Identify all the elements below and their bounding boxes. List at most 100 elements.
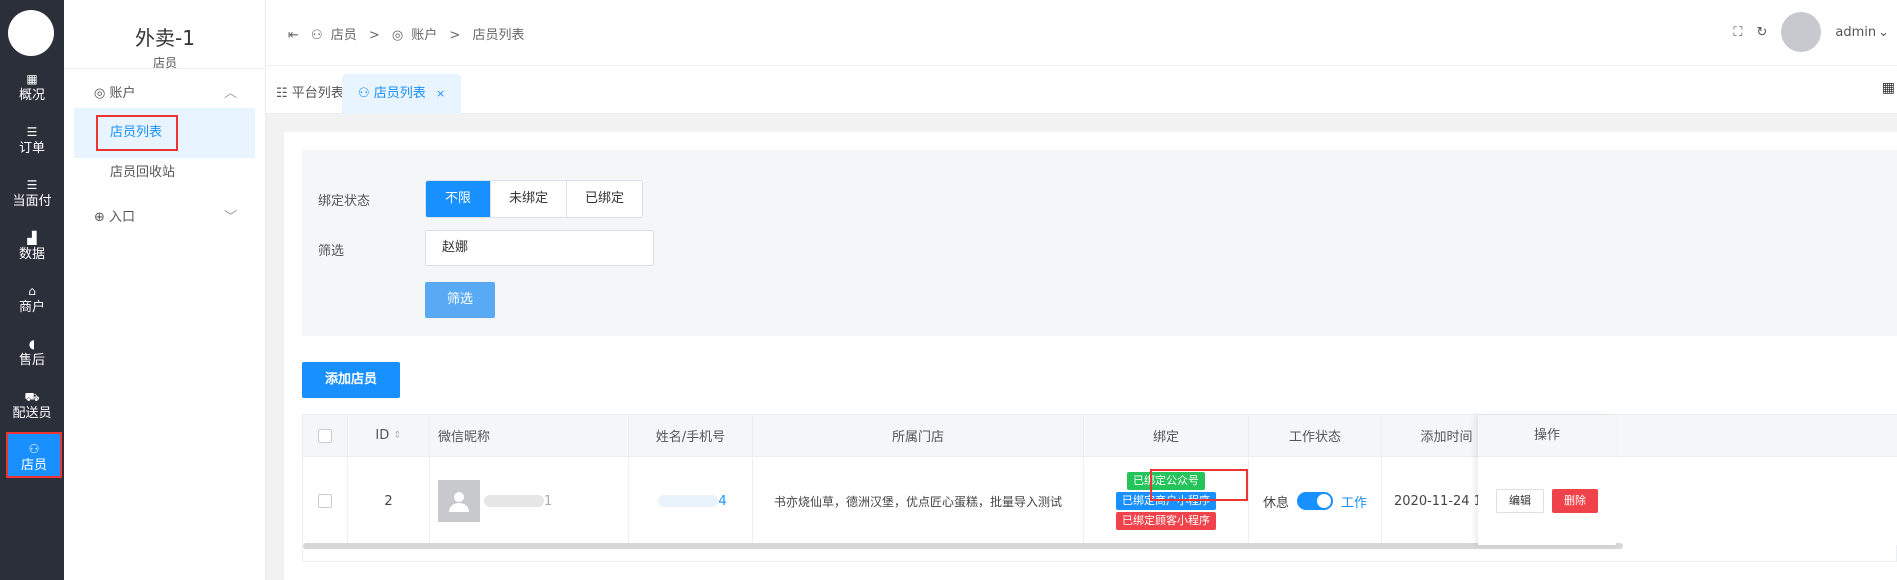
- edit-button[interactable]: 编辑: [1496, 489, 1544, 513]
- breadcrumb: ⇤ ⚇ 店员 > ◎ 账户 > 店员列表: [288, 24, 532, 43]
- cell-id: 2: [348, 457, 430, 545]
- nav-courier[interactable]: ⛟ 配送员: [0, 380, 64, 432]
- row-select-cell: [303, 457, 348, 545]
- select-all-cell: [303, 415, 348, 456]
- table-header: ID ⇕ 微信昵称 姓名/手机号 所属门店 绑定 工作状态 添加时间: [303, 415, 1897, 457]
- collapse-menu-icon[interactable]: ⇤: [288, 28, 299, 43]
- nav-face-pay-label: 当面付: [12, 194, 52, 209]
- nav-orders[interactable]: ☰ 订单: [0, 115, 64, 167]
- col-nickname: 微信昵称: [430, 415, 629, 456]
- top-header: ⇤ ⚇ 店员 > ◎ 账户 > 店员列表 ⛶ ↻ admin ⌄: [266, 0, 1897, 66]
- nav-overview-label: 概况: [18, 88, 45, 103]
- add-staff-button[interactable]: 添加店员: [302, 362, 400, 398]
- users-icon: ⚇: [28, 442, 40, 456]
- work-off-label: 休息: [1262, 495, 1289, 511]
- option-any[interactable]: 不限: [426, 181, 491, 217]
- group-account[interactable]: ◎ 账户 ︿: [94, 82, 237, 101]
- fullscreen-icon[interactable]: ⛶: [1733, 25, 1742, 40]
- nav-staff-label: 店员: [20, 458, 47, 473]
- redacted-text: [484, 495, 544, 507]
- breadcrumb-item[interactable]: 账户: [411, 28, 437, 43]
- phone-suffix: 4: [718, 493, 727, 509]
- breadcrumb-item[interactable]: 店员: [331, 28, 357, 43]
- filter-panel: 绑定状态 不限 未绑定 已绑定 筛选 赵娜 筛选: [302, 150, 1897, 336]
- cell-stores: 书亦烧仙草，德洲汉堡，优点匠心蛋糕，批量导入测试: [753, 457, 1084, 545]
- bind-status-label: 绑定状态: [318, 194, 371, 209]
- avatar[interactable]: [1781, 12, 1822, 52]
- col-id[interactable]: ID ⇕: [348, 415, 430, 456]
- group-entry[interactable]: ⊕ 入口 ﹀: [94, 206, 237, 225]
- bind-status-segmented: 不限 未绑定 已绑定: [425, 180, 644, 218]
- entry-icon: ⊕: [94, 210, 110, 225]
- store-icon: ⌂: [28, 284, 36, 298]
- nickname-suffix: 1: [544, 493, 553, 509]
- cell-binding: 已绑定公众号 已绑定商户小程序 已绑定顾客小程序: [1084, 457, 1249, 545]
- chevron-down-icon: ﹀: [224, 210, 238, 225]
- main-nav-rail: ▦ 概况 ☰ 订单 ☰ 当面付 ▟ 数据 ⌂ 商户 ◖ 售后 ⛟ 配送员 ⚇ 店: [0, 0, 64, 580]
- nav-overview[interactable]: ▦ 概况: [0, 62, 64, 114]
- sidebar-item-staff-recycle[interactable]: 店员回收站: [74, 148, 255, 198]
- ops-fixed-column: 操作 编辑 删除: [1478, 415, 1616, 545]
- tab-label: 店员列表: [373, 86, 426, 101]
- users-icon: ⚇: [311, 28, 323, 43]
- select-all-checkbox[interactable]: [318, 428, 332, 443]
- close-icon[interactable]: ×: [436, 87, 445, 100]
- delivery-icon: ⛟: [24, 390, 40, 404]
- highlight-box: [96, 115, 178, 151]
- nav-data-label: 数据: [18, 247, 45, 262]
- col-binding: 绑定: [1084, 415, 1249, 456]
- search-input[interactable]: 赵娜: [425, 230, 654, 266]
- cell-nickname: 1: [430, 457, 629, 545]
- nav-after-sales[interactable]: ◖ 售后: [0, 327, 64, 379]
- dashboard-icon: ▦: [26, 72, 38, 86]
- table-row: 2 1 4 书亦烧仙草，德洲汉堡，优点匠心蛋糕，批量导入测试 已绑定公众号 已绑…: [303, 457, 1897, 545]
- group-entry-label: 入口: [109, 210, 136, 225]
- work-on-label: 工作: [1341, 495, 1368, 511]
- redacted-text: [658, 495, 719, 507]
- users-icon: ⚇: [358, 86, 374, 101]
- horizontal-scrollbar[interactable]: [303, 543, 1623, 549]
- cell-work-status: 休息 工作: [1249, 457, 1382, 545]
- user-circle-icon: ◎: [391, 28, 404, 43]
- chevron-up-icon: ︿: [224, 86, 238, 101]
- logo: [8, 10, 54, 56]
- delete-button[interactable]: 删除: [1552, 489, 1598, 513]
- row-checkbox[interactable]: [318, 494, 332, 508]
- search-label: 筛选: [318, 244, 345, 259]
- headset-icon: ◖: [28, 337, 36, 351]
- refresh-icon[interactable]: ↻: [1756, 25, 1767, 40]
- nav-staff[interactable]: ⚇ 店员: [6, 432, 62, 478]
- content-card: 绑定状态 不限 未绑定 已绑定 筛选 赵娜 筛选 添加店员 ID ⇕ 微信昵称 姓…: [284, 132, 1897, 580]
- option-unbound[interactable]: 未绑定: [490, 181, 567, 217]
- sort-icon[interactable]: ⇕: [393, 430, 401, 441]
- username[interactable]: admin: [1835, 25, 1876, 40]
- nav-after-sales-label: 售后: [18, 353, 45, 368]
- divider: [64, 68, 266, 69]
- actions-cell: 编辑 删除: [1478, 457, 1616, 545]
- option-bound[interactable]: 已绑定: [566, 181, 643, 217]
- col-store: 所属门店: [753, 415, 1084, 456]
- nav-merchant[interactable]: ⌂ 商户: [0, 274, 64, 326]
- list-icon: ☰: [26, 125, 38, 139]
- tab-label: 平台列表: [291, 86, 344, 101]
- cell-name-phone: 4: [629, 457, 753, 545]
- work-status-toggle[interactable]: [1297, 492, 1333, 510]
- user-circle-icon: ◎: [94, 86, 110, 101]
- filter-button[interactable]: 筛选: [425, 282, 495, 318]
- nav-orders-label: 订单: [18, 141, 45, 156]
- tab-staff-list[interactable]: ⚇ 店员列表 ×: [342, 74, 462, 114]
- tab-bar: ☷ 平台列表 ⚇ 店员列表 × ▦: [266, 66, 1897, 114]
- nav-data[interactable]: ▟ 数据: [0, 221, 64, 273]
- sidebar-item-label: 店员回收站: [110, 165, 176, 180]
- binding-tags: 已绑定公众号 已绑定商户小程序 已绑定顾客小程序: [1116, 469, 1248, 532]
- staff-table: ID ⇕ 微信昵称 姓名/手机号 所属门店 绑定 工作状态 添加时间 2 1 4…: [302, 414, 1897, 562]
- grid-icon[interactable]: ▦: [1882, 80, 1895, 96]
- chevron-down-icon[interactable]: ⌄: [1878, 25, 1889, 40]
- tag-bound-customer-miniapp: 已绑定顾客小程序: [1116, 512, 1216, 530]
- highlight-box: [1150, 469, 1248, 501]
- main-content: 绑定状态 不限 未绑定 已绑定 筛选 赵娜 筛选 添加店员 ID ⇕ 微信昵称 姓…: [266, 114, 1897, 580]
- col-name-phone: 姓名/手机号: [629, 415, 753, 456]
- nav-face-pay[interactable]: ☰ 当面付: [0, 168, 64, 220]
- col-work-status: 工作状态: [1249, 415, 1382, 456]
- breadcrumb-current: 店员列表: [472, 28, 525, 43]
